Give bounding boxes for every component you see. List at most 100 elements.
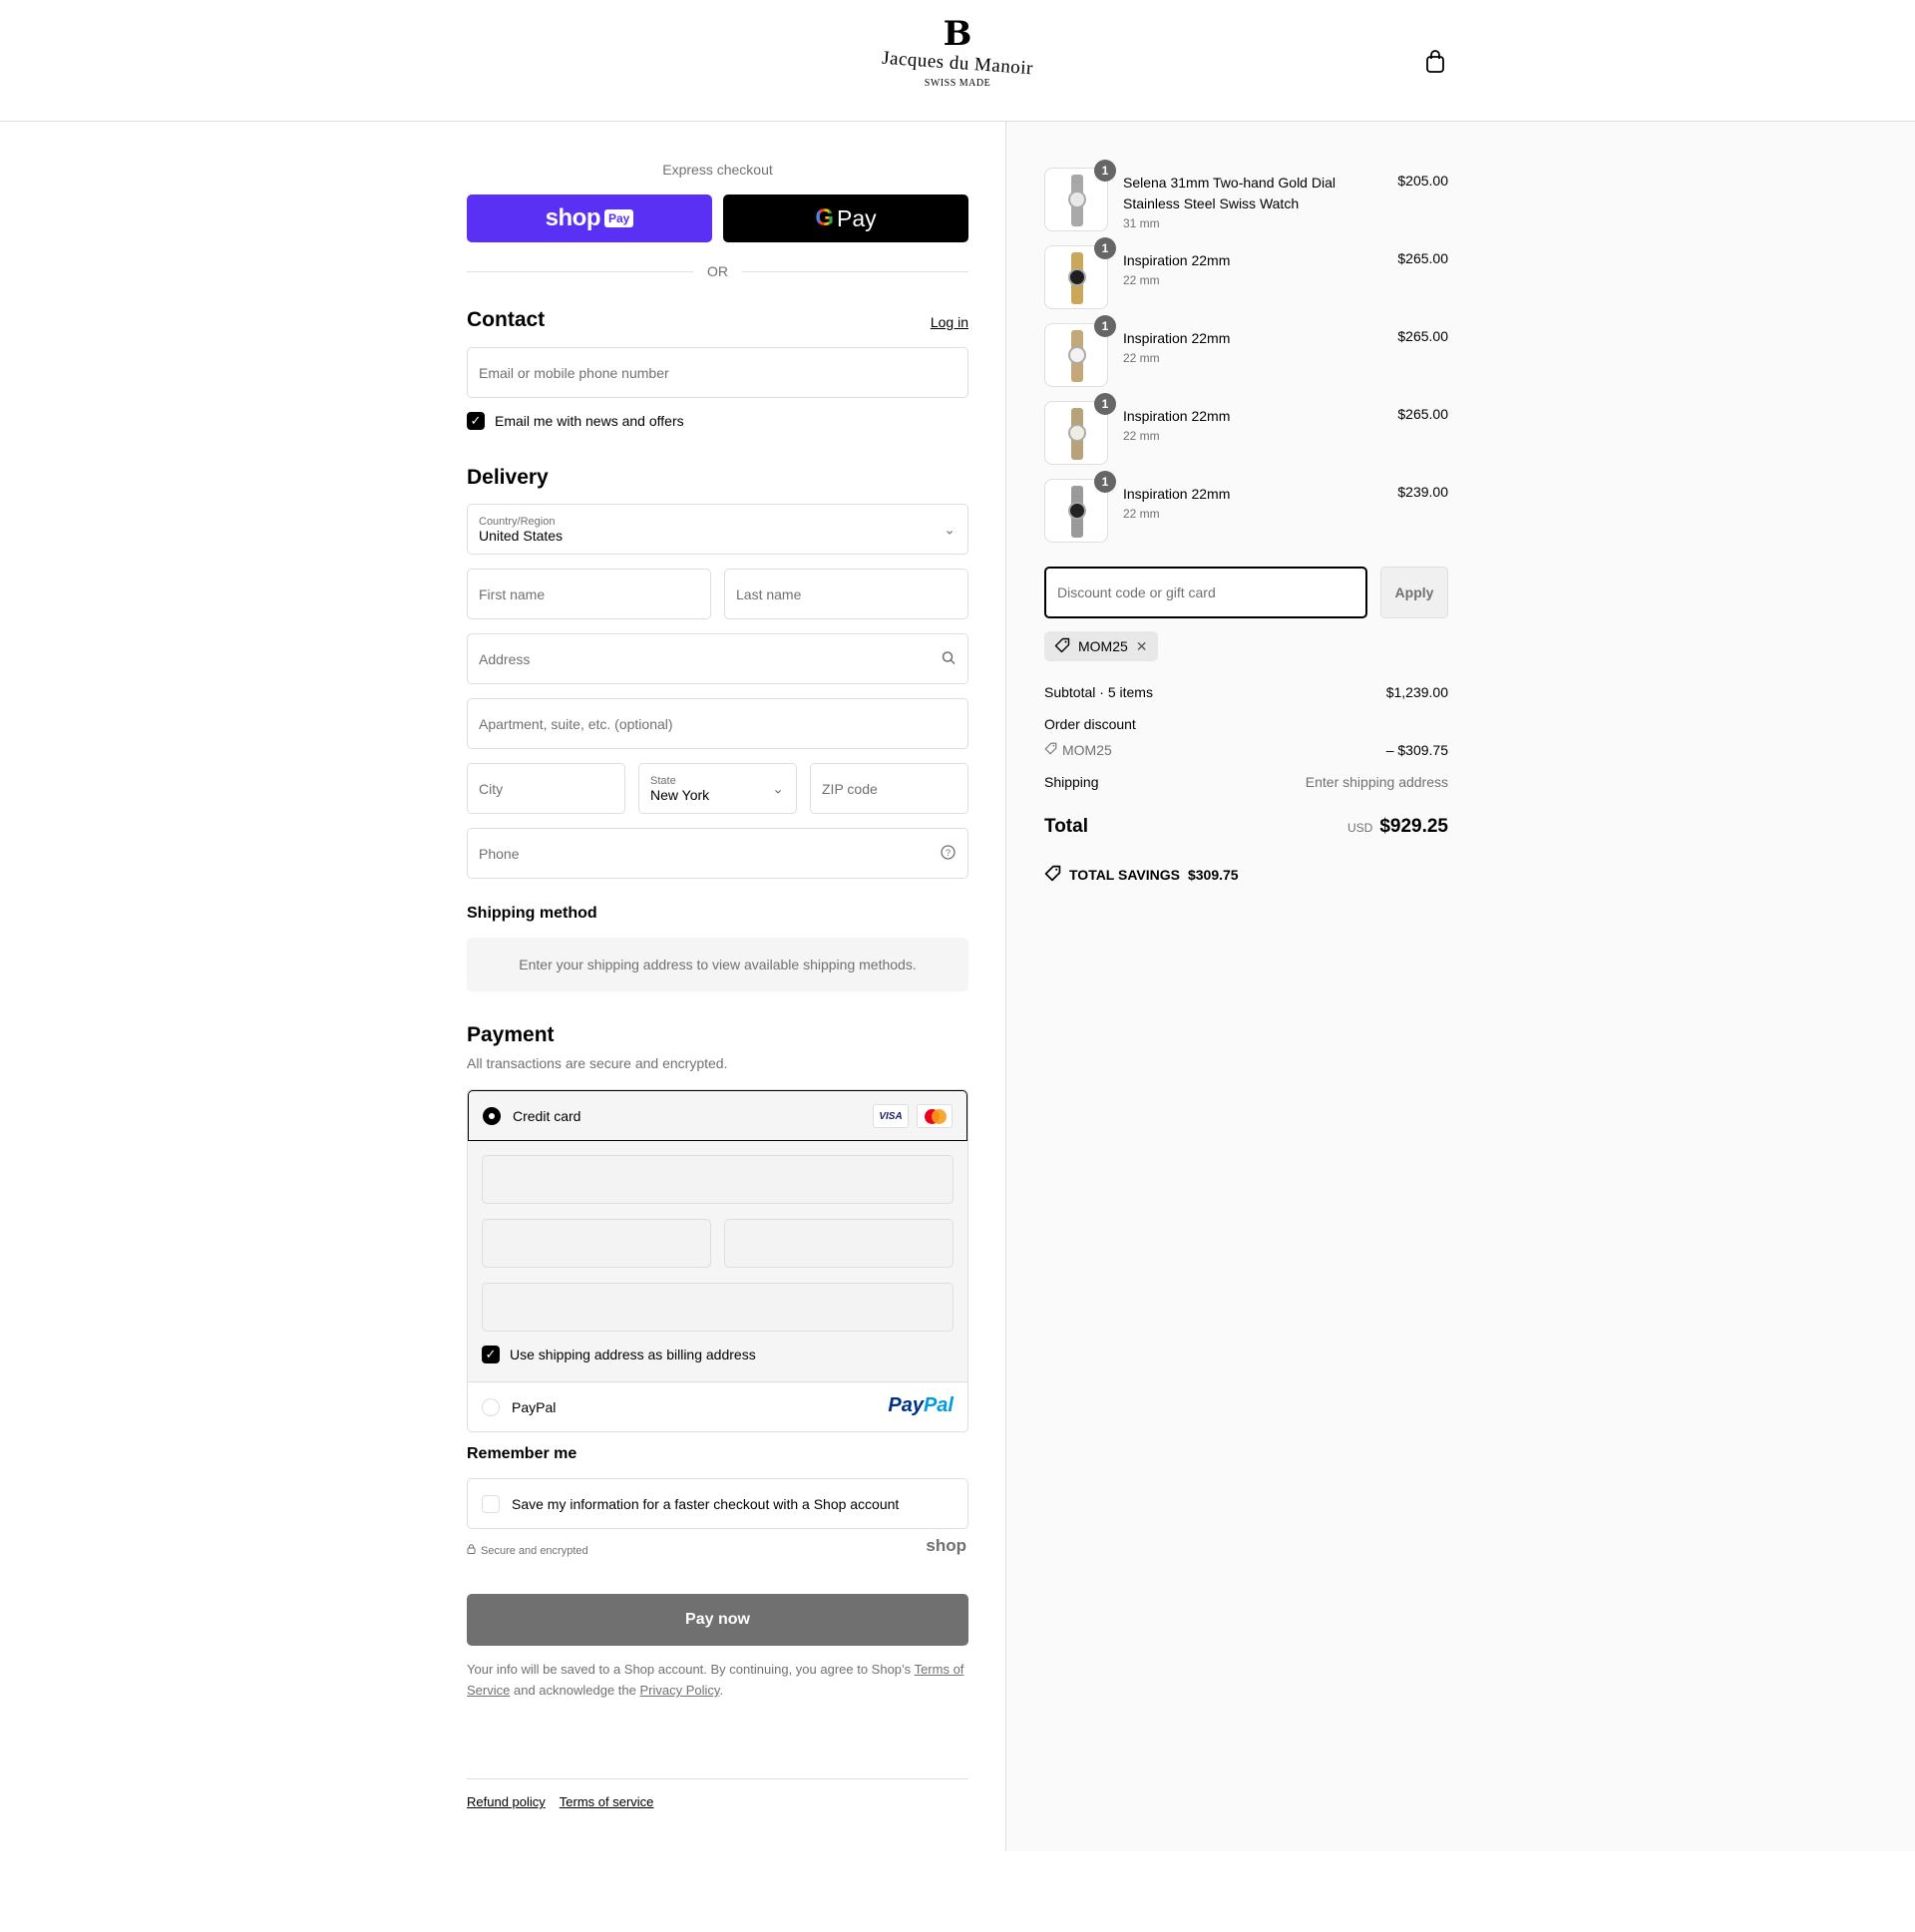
email-field[interactable]: Email or mobile phone number xyxy=(467,347,968,398)
country-value: United States xyxy=(479,527,564,544)
payment-subtitle: All transactions are secure and encrypte… xyxy=(467,1055,728,1071)
discount-code-row: MOM25 – $309.75 xyxy=(1044,742,1448,758)
card-expiry-field[interactable] xyxy=(482,1219,711,1268)
credit-card-option[interactable]: Credit card VISA xyxy=(468,1090,967,1141)
paypal-logo-pal: Pal xyxy=(923,1394,954,1416)
city-field[interactable]: City xyxy=(467,763,625,814)
item-price: $205.00 xyxy=(1397,173,1448,189)
refund-policy-link[interactable]: Refund policy xyxy=(467,1794,546,1809)
last-name-placeholder: Last name xyxy=(736,585,802,602)
line-item: 1 Inspiration 22mm 22 mm $265.00 xyxy=(1044,393,1448,465)
item-name: Inspiration 22mm xyxy=(1123,330,1231,346)
watch-image xyxy=(1068,408,1086,460)
state-select[interactable]: State New York ⌄ xyxy=(638,763,797,814)
save-info-label: Save my information for a faster checkou… xyxy=(512,1495,900,1512)
discount-code-detail: MOM25 xyxy=(1044,742,1112,758)
apartment-field[interactable]: Apartment, suite, etc. (optional) xyxy=(467,698,968,749)
subtotal-label: Subtotal · 5 items xyxy=(1044,684,1153,700)
paypal-option[interactable]: PayPal PayPal xyxy=(468,1382,967,1431)
total-savings: TOTAL SAVINGS $309.75 xyxy=(1044,865,1239,885)
checkbox-empty-icon xyxy=(482,1494,500,1513)
applied-code-label: MOM25 xyxy=(1078,638,1128,654)
radio-unselected-icon xyxy=(482,1398,500,1416)
or-divider: OR xyxy=(467,261,968,281)
item-info: Selena 31mm Two-hand Gold Dial Stainless… xyxy=(1123,173,1362,232)
line-item: 1 Inspiration 22mm 22 mm $265.00 xyxy=(1044,237,1448,309)
billing-same-label: Use shipping address as billing address xyxy=(510,1347,756,1362)
shopping-bag-icon[interactable] xyxy=(1424,50,1446,74)
apply-discount-button[interactable]: Apply xyxy=(1380,567,1448,618)
watch-image xyxy=(1068,252,1086,304)
checkmark-icon: ✓ xyxy=(482,1346,500,1363)
item-variant: 22 mm xyxy=(1123,507,1160,521)
help-icon[interactable]: ? xyxy=(941,844,956,863)
discount-code-input[interactable]: Discount code or gift card xyxy=(1044,567,1367,618)
payment-methods: Credit card VISA ✓ Use shipping address … xyxy=(467,1089,968,1432)
item-info: Inspiration 22mm 22 mm xyxy=(1123,328,1362,367)
legal-text-1: Your info will be saved to a Shop accoun… xyxy=(467,1662,912,1677)
quantity-badge: 1 xyxy=(1094,315,1116,337)
privacy-policy-link[interactable]: Privacy Policy xyxy=(639,1683,719,1698)
or-label: OR xyxy=(707,263,728,279)
chevron-down-icon: ⌄ xyxy=(772,780,784,796)
item-variant: 22 mm xyxy=(1123,429,1160,443)
svg-text:?: ? xyxy=(946,848,951,858)
card-name-field[interactable] xyxy=(482,1283,954,1332)
footer-links: Refund policy Terms of service xyxy=(467,1794,653,1809)
subtotal-row: Subtotal · 5 items $1,239.00 xyxy=(1044,684,1448,700)
applied-discount-chip: MOM25 ✕ xyxy=(1044,631,1158,661)
tag-icon xyxy=(1054,637,1070,656)
payment-title: Payment xyxy=(467,1023,555,1046)
first-name-field[interactable]: First name xyxy=(467,569,711,619)
address-field[interactable]: Address xyxy=(467,633,968,684)
apartment-placeholder: Apartment, suite, etc. (optional) xyxy=(479,715,673,732)
lock-icon xyxy=(467,1544,476,1557)
phone-field[interactable]: Phone ? xyxy=(467,828,968,879)
checkmark-icon: ✓ xyxy=(467,412,485,430)
line-item: 1 Selena 31mm Two-hand Gold Dial Stainles… xyxy=(1044,160,1448,232)
card-cvv-field[interactable] xyxy=(724,1219,954,1268)
google-pay-button[interactable]: G Pay xyxy=(723,194,968,242)
discount-code-label: MOM25 xyxy=(1062,742,1112,758)
watch-dial xyxy=(1068,268,1086,286)
item-price: $265.00 xyxy=(1397,250,1448,266)
remove-discount-icon[interactable]: ✕ xyxy=(1136,638,1148,655)
billing-same-checkbox[interactable]: ✓ Use shipping address as billing addres… xyxy=(482,1346,756,1363)
item-info: Inspiration 22mm 22 mm xyxy=(1123,250,1362,289)
search-icon xyxy=(942,650,956,667)
watch-dial xyxy=(1068,191,1086,208)
country-select[interactable]: Country/Region United States ⌄ xyxy=(467,504,968,555)
save-info-checkbox[interactable]: Save my information for a faster checkou… xyxy=(467,1478,968,1529)
quantity-badge: 1 xyxy=(1094,237,1116,259)
quantity-badge: 1 xyxy=(1094,471,1116,493)
shipping-method-notice: Enter your shipping address to view avai… xyxy=(467,938,968,991)
credit-card-form: ✓ Use shipping address as billing addres… xyxy=(468,1141,967,1382)
item-price: $265.00 xyxy=(1397,328,1448,344)
secure-label: Secure and encrypted xyxy=(481,1544,588,1557)
terms-of-service-footer-link[interactable]: Terms of service xyxy=(560,1794,654,1809)
brand-logo[interactable]: B Jacques du Manoir SWISS MADE xyxy=(868,16,1047,108)
card-number-field[interactable] xyxy=(482,1155,954,1204)
watch-dial xyxy=(1068,424,1086,442)
item-info: Inspiration 22mm 22 mm xyxy=(1123,406,1362,445)
address-placeholder: Address xyxy=(479,650,531,667)
shipping-label: Shipping xyxy=(1044,774,1099,790)
visa-icon: VISA xyxy=(873,1104,909,1128)
item-price: $239.00 xyxy=(1397,484,1448,500)
shop-pay-button[interactable]: shop Pay xyxy=(467,194,712,242)
footer-divider xyxy=(467,1778,968,1779)
newsletter-checkbox[interactable]: ✓ Email me with news and offers xyxy=(467,412,684,430)
savings-tag-icon xyxy=(1044,865,1061,885)
pay-now-button[interactable]: Pay now xyxy=(467,1594,968,1646)
radio-selected-icon xyxy=(483,1106,501,1125)
paypal-label: PayPal xyxy=(512,1399,557,1415)
country-label: Country/Region xyxy=(479,515,556,528)
item-name: Inspiration 22mm xyxy=(1123,252,1231,268)
login-link[interactable]: Log in xyxy=(931,314,968,330)
zip-field[interactable]: ZIP code xyxy=(810,763,968,814)
last-name-field[interactable]: Last name xyxy=(724,569,968,619)
paypal-logo-pay: Pay xyxy=(888,1394,924,1416)
subtotal-value: $1,239.00 xyxy=(1385,684,1448,700)
item-name: Selena 31mm Two-hand Gold Dial Stainless… xyxy=(1123,175,1336,211)
shipping-value: Enter shipping address xyxy=(1305,774,1448,790)
